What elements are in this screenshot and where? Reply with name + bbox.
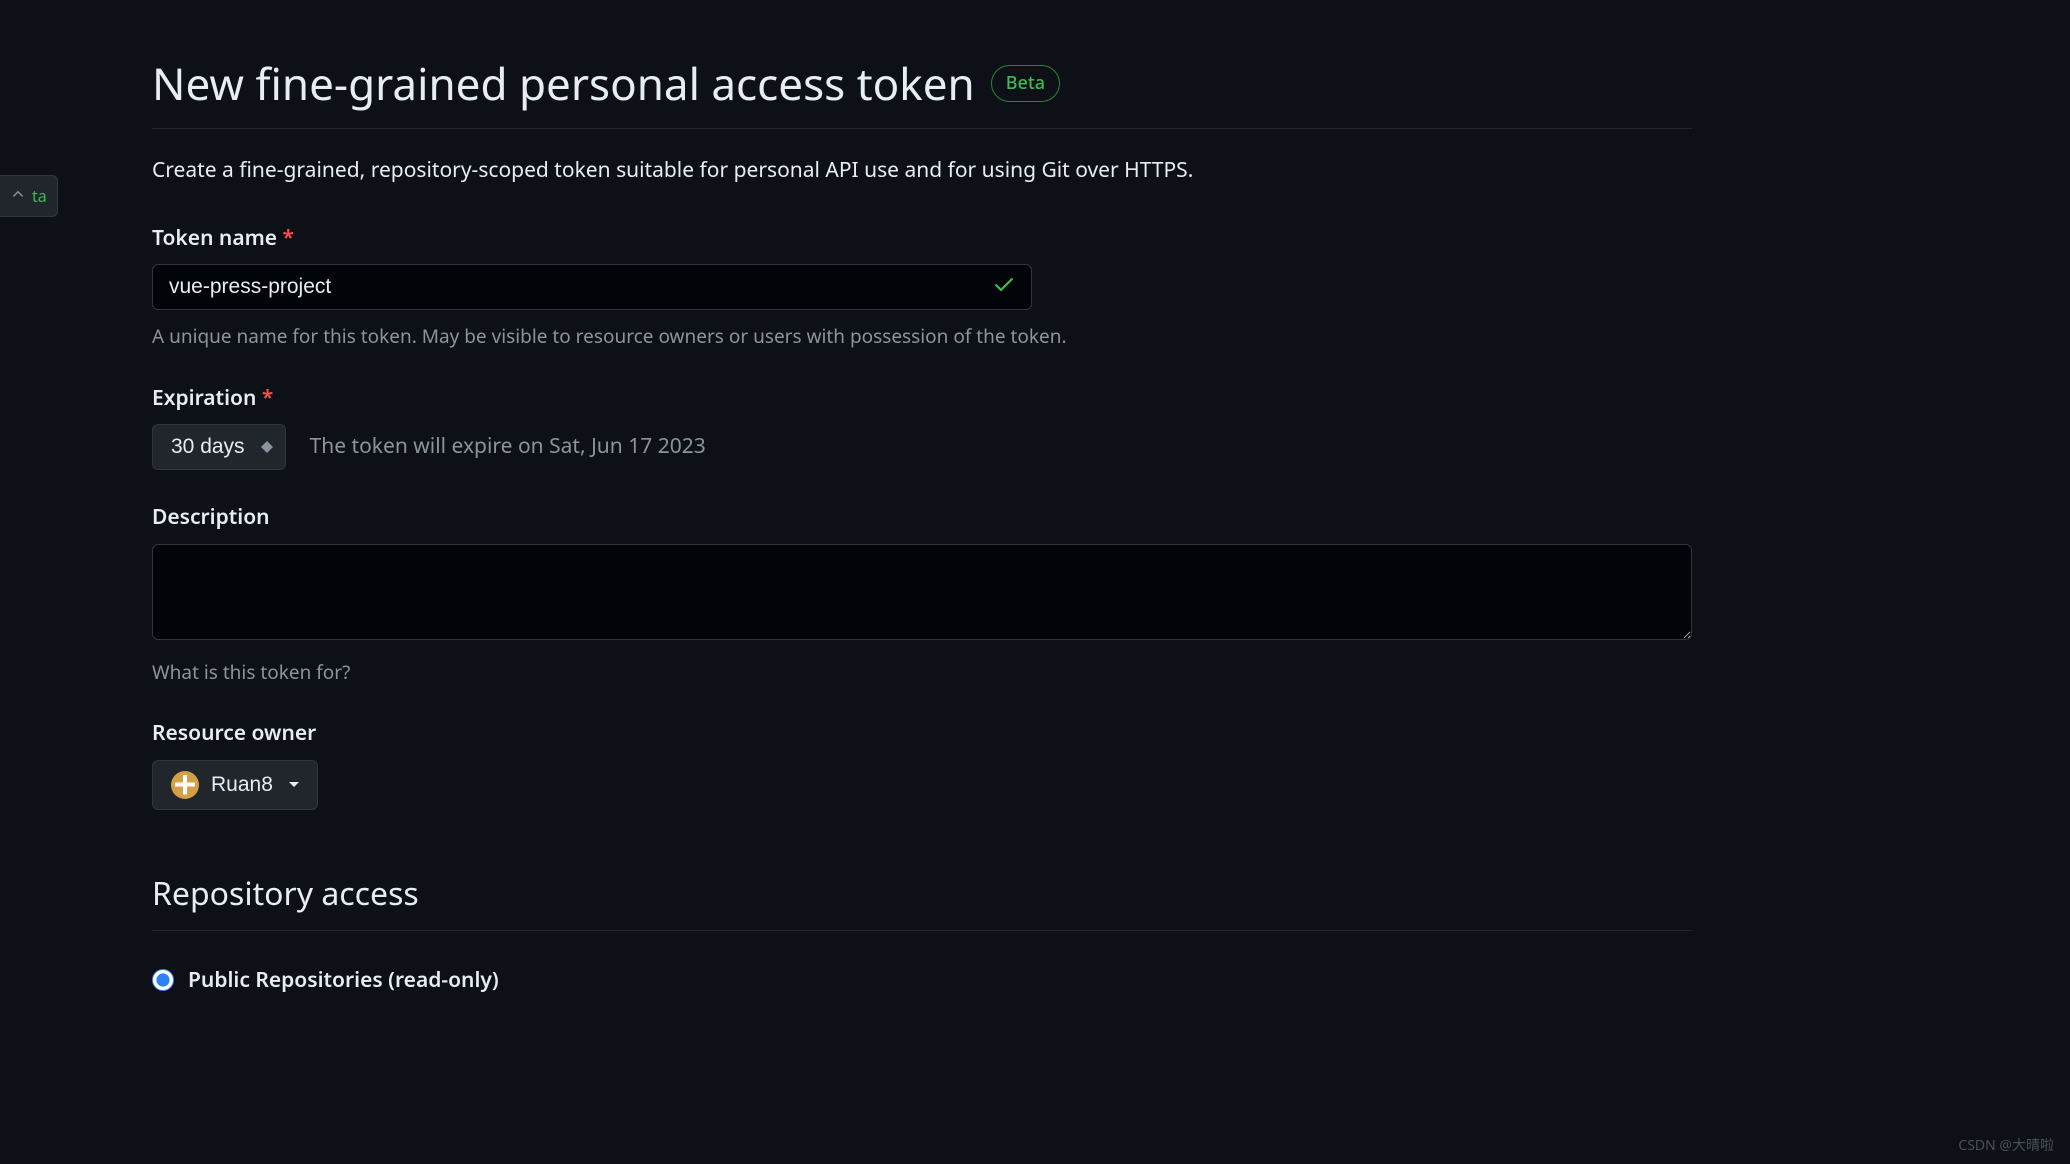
beta-badge: Beta	[991, 65, 1060, 102]
avatar	[171, 771, 199, 799]
chevron-up-icon	[10, 184, 26, 208]
resource-owner-label: Resource owner	[152, 718, 1692, 750]
required-indicator: *	[262, 384, 273, 412]
watermark: CSDN @大晴啦	[1958, 1135, 2054, 1156]
select-arrows-icon	[261, 441, 273, 453]
public-repos-option[interactable]: Public Repositories (read-only)	[152, 965, 1692, 997]
public-repos-label[interactable]: Public Repositories (read-only)	[188, 965, 499, 997]
token-name-group: Token name * A unique name for this toke…	[152, 223, 1692, 351]
resource-owner-group: Resource owner Ruan8	[152, 718, 1692, 810]
page-title: New fine-grained personal access token	[152, 50, 975, 116]
expiration-select[interactable]: 30 days	[152, 424, 286, 470]
check-icon	[992, 272, 1016, 302]
repository-access-title: Repository access	[152, 870, 1692, 931]
expiration-group: Expiration * 30 days The token will expi…	[152, 383, 1692, 471]
caret-down-icon	[289, 782, 299, 787]
side-tab-label: ta	[32, 184, 47, 208]
expiration-label: Expiration *	[152, 383, 1692, 415]
side-collapse-tab[interactable]: ta	[0, 175, 58, 217]
description-textarea[interactable]	[152, 544, 1692, 640]
resource-owner-select[interactable]: Ruan8	[152, 760, 318, 810]
intro-text: Create a fine-grained, repository-scoped…	[152, 155, 1692, 187]
public-repos-radio[interactable]	[152, 969, 174, 991]
description-help: What is this token for?	[152, 658, 1692, 687]
token-name-help: A unique name for this token. May be vis…	[152, 322, 1692, 351]
expiration-info: The token will expire on Sat, Jun 17 202…	[310, 431, 706, 463]
required-indicator: *	[283, 224, 294, 252]
description-group: Description What is this token for?	[152, 502, 1692, 686]
token-name-label: Token name *	[152, 223, 1692, 255]
page-header: New fine-grained personal access token B…	[152, 50, 1692, 129]
description-label: Description	[152, 502, 1692, 534]
token-name-input[interactable]	[152, 264, 1032, 310]
